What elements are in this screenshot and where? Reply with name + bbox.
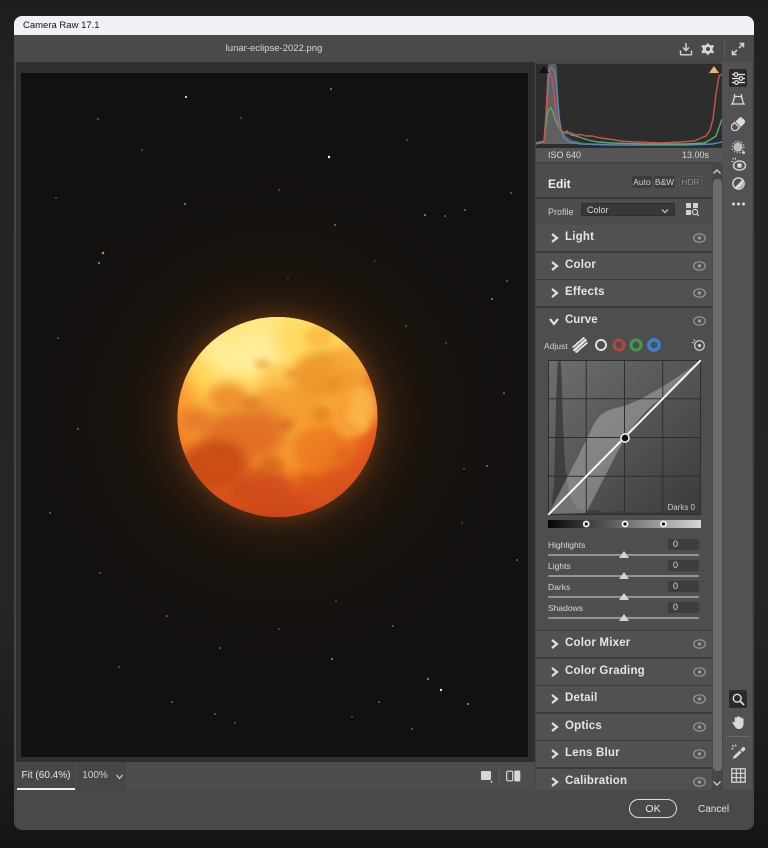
svg-text:Darks 0: Darks 0 [667, 503, 695, 512]
